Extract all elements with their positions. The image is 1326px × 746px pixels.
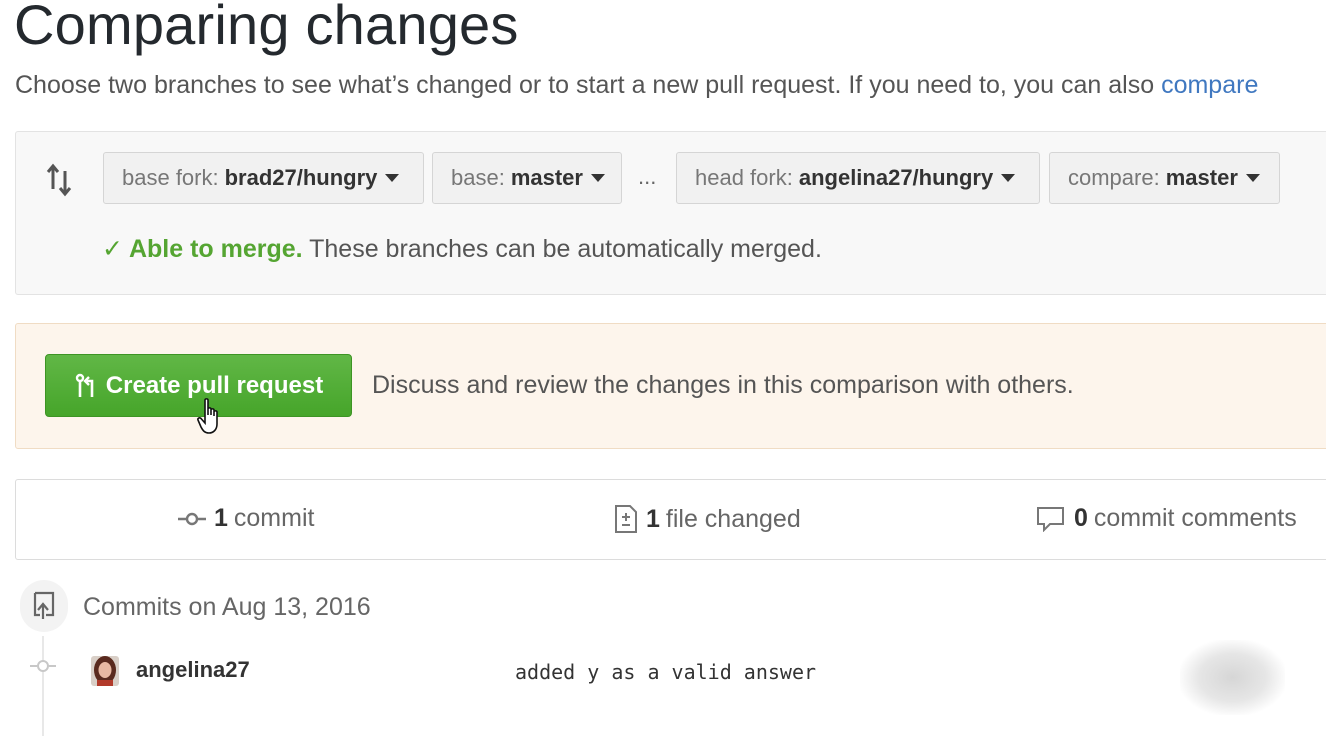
caret-down-icon	[1001, 174, 1016, 182]
comment-icon	[1037, 506, 1064, 532]
compare-branch-value: master	[1165, 165, 1238, 190]
page-title: Comparing changes	[14, 0, 519, 56]
create-pr-description: Discuss and review the changes in this c…	[372, 371, 1074, 399]
commit-timeline	[42, 636, 44, 736]
comments-label: commit comments	[1093, 504, 1297, 532]
commit-message[interactable]: added y as a valid answer	[515, 660, 816, 684]
git-commit-icon	[30, 658, 56, 679]
create-pull-request-label: Create pull request	[105, 371, 324, 399]
avatar[interactable]	[91, 656, 119, 686]
compare-branch-label: compare:	[1068, 165, 1160, 190]
commits-stat[interactable]: 1 commit	[178, 504, 314, 533]
files-label: file changed	[665, 504, 801, 533]
base-fork-value: brad27/hungry	[224, 165, 378, 190]
files-changed-stat[interactable]: 1 file changed	[614, 504, 801, 534]
commit-author[interactable]: angelina27	[136, 657, 250, 683]
compare-arrows-icon[interactable]	[44, 163, 76, 197]
caret-down-icon	[1245, 174, 1260, 182]
blurred-watermark	[1180, 640, 1285, 715]
pointer-cursor-icon	[196, 397, 228, 437]
caret-down-icon	[385, 174, 400, 182]
repo-push-icon	[33, 591, 55, 619]
commits-label: commit	[233, 504, 315, 532]
page-subtitle: Choose two branches to see what’s change…	[15, 71, 1258, 100]
file-diff-icon	[615, 505, 637, 533]
base-branch-value: master	[510, 165, 583, 190]
check-icon: ✓	[102, 235, 123, 263]
merge-status-label: Able to merge.	[128, 235, 303, 263]
branch-separator: ...	[638, 164, 657, 189]
comments-count: 0	[1074, 504, 1088, 532]
subtitle-text: Choose two branches to see what’s change…	[15, 71, 1162, 99]
git-pull-request-icon	[75, 373, 94, 397]
compare-link[interactable]: compare	[1161, 71, 1258, 99]
base-branch-select[interactable]: base: master	[432, 152, 622, 204]
merge-status-detail: These branches can be automatically merg…	[309, 235, 822, 263]
caret-down-icon	[590, 174, 605, 182]
repo-push-icon-wrap	[20, 580, 68, 632]
compare-branch-select[interactable]: compare: master	[1049, 152, 1280, 204]
base-branch-label: base:	[451, 165, 505, 190]
head-fork-select[interactable]: head fork: angelina27/hungry	[676, 152, 1040, 204]
comments-stat[interactable]: 0 commit comments	[1036, 504, 1297, 533]
commits-date-heading: Commits on Aug 13, 2016	[83, 593, 371, 621]
head-fork-value: angelina27/hungry	[798, 165, 994, 190]
git-commit-icon	[178, 512, 206, 525]
merge-status: ✓ Able to merge. These branches can be au…	[102, 234, 822, 264]
commits-count: 1	[214, 504, 228, 532]
base-fork-label: base fork:	[122, 165, 219, 190]
head-fork-label: head fork:	[695, 165, 793, 190]
files-count: 1	[646, 504, 660, 533]
base-fork-select[interactable]: base fork: brad27/hungry	[103, 152, 424, 204]
